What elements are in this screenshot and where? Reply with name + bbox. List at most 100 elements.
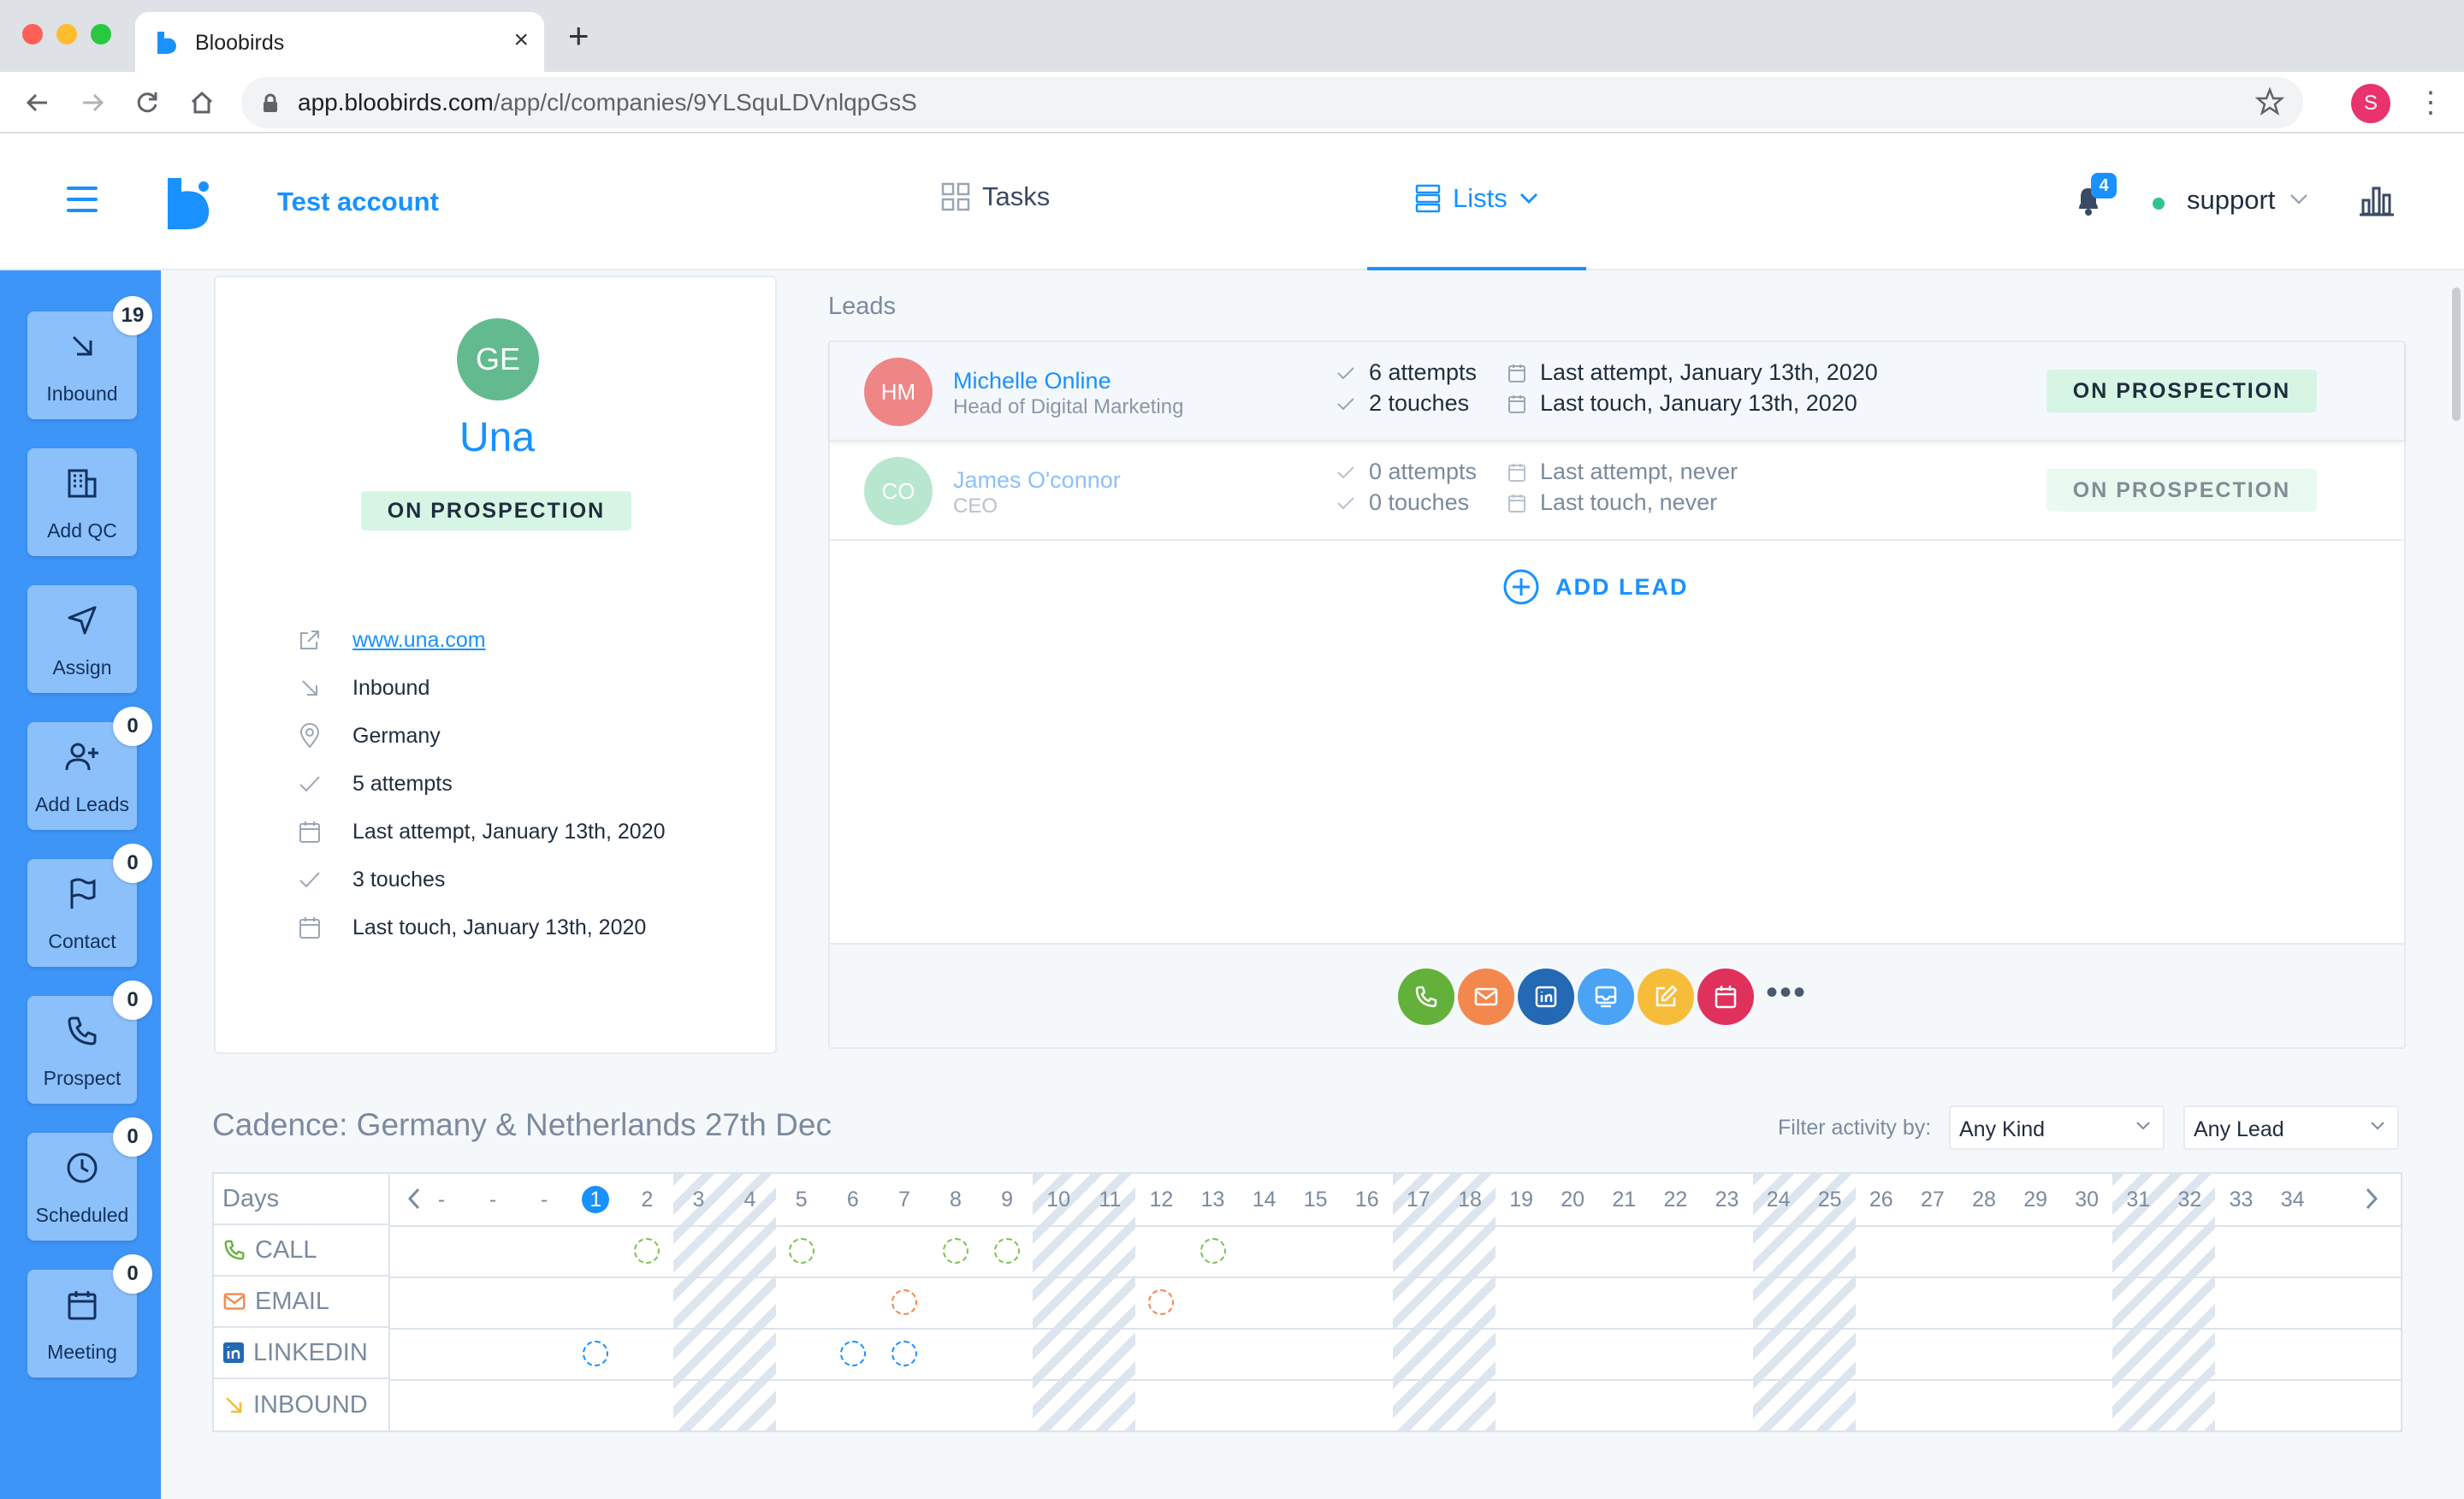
- chevron-right-icon[interactable]: [2363, 1186, 2380, 1212]
- sidebar-item-meeting[interactable]: Meeting 0: [27, 1254, 152, 1378]
- call-activity-marker[interactable]: [788, 1238, 814, 1264]
- day-label: 15: [1303, 1188, 1328, 1212]
- browser-menu-icon[interactable]: ⋮: [2416, 86, 2445, 120]
- weekend-stripe: [1752, 1174, 1856, 1431]
- page-scrollbar[interactable]: [2452, 287, 2461, 421]
- day-label: 27: [1920, 1188, 1945, 1212]
- day-label: 10: [1046, 1188, 1071, 1212]
- call-action-button[interactable]: [1398, 969, 1454, 1025]
- count-badge: 0: [113, 844, 152, 883]
- day-label: 8: [950, 1188, 962, 1212]
- sidebar-item-add-qc[interactable]: Add QC: [27, 448, 137, 556]
- profile-avatar[interactable]: S: [2351, 84, 2390, 123]
- browser-tab[interactable]: Bloobirds ×: [135, 12, 544, 72]
- email-activity-marker[interactable]: [891, 1289, 917, 1315]
- add-lead-button[interactable]: ADD LEAD: [1502, 568, 1689, 606]
- sidebar-item-label: Meeting: [47, 1341, 117, 1363]
- home-icon[interactable]: [183, 84, 221, 121]
- minimize-window-button[interactable]: [56, 24, 77, 44]
- company-status-badge[interactable]: ON PROSPECTION: [361, 491, 631, 530]
- new-tab-button[interactable]: +: [568, 18, 589, 54]
- email-activity-marker[interactable]: [1148, 1289, 1175, 1315]
- count-badge: 0: [113, 1117, 152, 1157]
- linkedin-activity-marker[interactable]: [891, 1341, 917, 1366]
- lead-last-attempt-text: Last attempt, never: [1540, 459, 1738, 484]
- meeting-action-button[interactable]: [1697, 969, 1754, 1025]
- nav-lists[interactable]: Lists: [1367, 135, 1586, 272]
- sidebar-item-prospect[interactable]: Prospect 0: [27, 981, 152, 1104]
- linkedin-action-button[interactable]: [1518, 969, 1574, 1025]
- linkedin-activity-marker[interactable]: [583, 1341, 609, 1366]
- plus-circle-icon: [1503, 569, 1539, 605]
- email-action-button[interactable]: [1458, 969, 1514, 1025]
- calendar-icon: [299, 821, 320, 843]
- lead-name[interactable]: Michelle Online: [953, 368, 1111, 394]
- sidebar-item-contact[interactable]: Contact 0: [27, 844, 152, 967]
- lead-touches: 0 touches: [1336, 489, 1469, 516]
- nav-tasks[interactable]: Tasks: [941, 181, 1050, 212]
- bookmark-star-icon[interactable]: [2255, 87, 2284, 116]
- tab-close-icon[interactable]: ×: [513, 26, 529, 55]
- check-icon: [1337, 397, 1354, 410]
- lead-status-badge[interactable]: ON PROSPECTION: [2046, 469, 2317, 512]
- chevron-down-icon[interactable]: [2289, 193, 2308, 205]
- lead-attempts: 6 attempts: [1336, 359, 1477, 386]
- call-activity-marker[interactable]: [1199, 1238, 1226, 1264]
- lead-last-attempt: Last attempt, never: [1507, 459, 1738, 485]
- lead-last-touch-text: Last touch, never: [1540, 489, 1718, 515]
- lead-attempts-text: 0 attempts: [1369, 459, 1478, 484]
- linkedin-activity-marker[interactable]: [839, 1341, 866, 1366]
- back-icon[interactable]: [19, 84, 56, 121]
- close-window-button[interactable]: [22, 24, 43, 44]
- more-actions-icon[interactable]: •••: [1766, 975, 1807, 1010]
- company-website-link[interactable]: www.una.com: [352, 628, 486, 653]
- sidebar-item-assign[interactable]: Assign: [27, 585, 137, 693]
- maximize-window-button[interactable]: [91, 24, 111, 44]
- sidebar-item-inbound[interactable]: Inbound 19: [27, 296, 152, 419]
- app-header: Test account Tasks Lists 4 support: [0, 135, 2464, 272]
- inbox-action-button[interactable]: [1578, 969, 1634, 1025]
- count-badge: 0: [113, 1254, 152, 1294]
- account-name[interactable]: Test account: [277, 187, 439, 217]
- sidebar-item-scheduled[interactable]: Scheduled 0: [27, 1117, 152, 1241]
- day-label: 29: [2023, 1188, 2047, 1212]
- bloobirds-favicon-icon: [157, 32, 176, 54]
- call-activity-marker[interactable]: [943, 1238, 969, 1264]
- lead-touches: 2 touches: [1336, 390, 1469, 417]
- call-activity-marker[interactable]: [994, 1238, 1021, 1264]
- lead-last-touch: Last touch, January 13th, 2020: [1507, 390, 1857, 417]
- filter-lead-select[interactable]: Any Lead: [2183, 1105, 2399, 1150]
- count-badge: 0: [113, 981, 152, 1020]
- list-icon: [1415, 184, 1441, 213]
- lead-role: Head of Digital Marketing: [953, 395, 1184, 418]
- sidebar-item-add-leads[interactable]: Add Leads 0: [27, 707, 152, 830]
- phone-icon: [224, 1240, 245, 1260]
- check-icon: [1337, 496, 1354, 509]
- day-label: 16: [1354, 1188, 1379, 1212]
- bloobirds-logo[interactable]: [166, 175, 214, 231]
- calendar-icon: [1508, 463, 1525, 482]
- lead-row[interactable]: CO James O'connor CEO 0 attempts 0 touch…: [830, 441, 2404, 541]
- company-name[interactable]: Una: [216, 414, 779, 461]
- lead-avatar: HM: [864, 358, 933, 426]
- reload-icon[interactable]: [128, 84, 166, 121]
- count-badge: 0: [113, 707, 152, 746]
- lead-name[interactable]: James O'connor: [953, 467, 1121, 494]
- call-activity-marker[interactable]: [634, 1238, 660, 1264]
- day-label: 12: [1149, 1188, 1174, 1212]
- lead-row[interactable]: HM Michelle Online Head of Digital Marke…: [830, 342, 2404, 441]
- forward-icon[interactable]: [74, 84, 111, 121]
- note-action-button[interactable]: [1638, 969, 1694, 1025]
- cadence-row-label-text: CALL: [255, 1235, 317, 1264]
- sidebar-item-label: Prospect: [43, 1067, 121, 1089]
- lead-status-badge[interactable]: ON PROSPECTION: [2046, 370, 2317, 412]
- user-menu[interactable]: support: [2187, 185, 2275, 216]
- hamburger-menu-icon[interactable]: [67, 187, 98, 212]
- lead-avatar: CO: [864, 457, 933, 525]
- leads-panel: HM Michelle Online Head of Digital Marke…: [828, 341, 2406, 1049]
- sidebar: Inbound 19 Add QC Assign Add Leads 0 Con…: [0, 270, 161, 1499]
- address-bar[interactable]: app.bloobirds.com/app/cl/companies/9YLSq…: [241, 77, 2303, 128]
- grid-line: [390, 1225, 2401, 1227]
- filter-kind-select[interactable]: Any Kind: [1949, 1105, 2165, 1150]
- bar-chart-icon[interactable]: [2360, 183, 2394, 217]
